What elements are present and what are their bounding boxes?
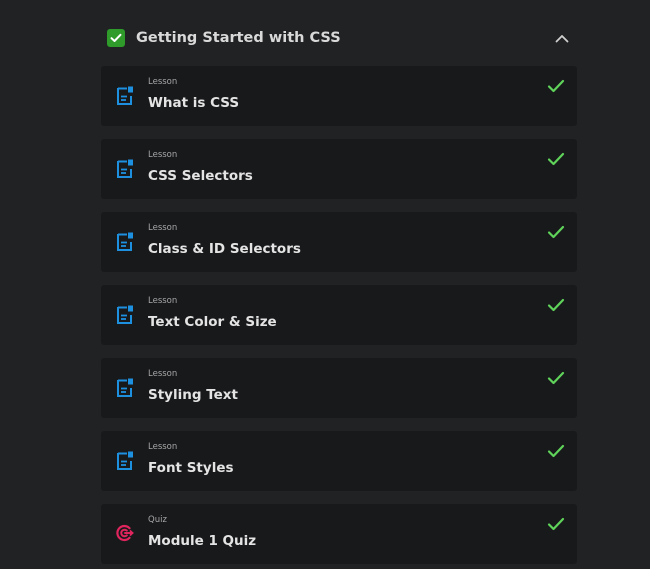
document-icon [116, 159, 134, 179]
document-icon [116, 232, 134, 252]
item-title: Text Color & Size [148, 314, 277, 330]
completed-check-icon [547, 78, 565, 93]
completed-check-icon [547, 224, 565, 239]
completed-check-icon [547, 370, 565, 385]
completed-check-icon [547, 443, 565, 458]
checkmark-icon [110, 33, 122, 42]
item-type-label: Lesson [148, 77, 178, 87]
collapse-button[interactable] [553, 29, 571, 47]
item-title: Class & ID Selectors [148, 241, 301, 257]
target-icon [116, 524, 134, 544]
course-module-page: Getting Started with CSS Lesson What is C… [0, 0, 650, 569]
lesson-item[interactable]: Lesson CSS Selectors [101, 139, 577, 199]
item-type-label: Lesson [148, 296, 178, 306]
lesson-list: Lesson What is CSS Lesson CSS Selectors Le… [101, 66, 577, 569]
completed-check-icon [547, 297, 565, 312]
item-type-label: Lesson [148, 369, 178, 379]
document-icon [116, 86, 134, 106]
item-type-label: Lesson [148, 223, 178, 233]
lesson-item[interactable]: Lesson Class & ID Selectors [101, 212, 577, 272]
item-title: What is CSS [148, 95, 240, 111]
lesson-item[interactable]: Lesson Text Color & Size [101, 285, 577, 345]
lesson-item[interactable]: Lesson Font Styles [101, 431, 577, 491]
module-title: Getting Started with CSS [136, 30, 341, 46]
document-icon [116, 305, 134, 325]
module-header[interactable]: Getting Started with CSS [101, 20, 577, 56]
item-title: CSS Selectors [148, 168, 253, 184]
item-type-label: Lesson [148, 442, 178, 452]
module-complete-checkbox [107, 29, 125, 47]
document-icon [116, 378, 134, 398]
item-title: Font Styles [148, 460, 234, 476]
document-icon [116, 451, 134, 471]
completed-check-icon [547, 151, 565, 166]
chevron-up-icon [555, 34, 569, 42]
item-title: Styling Text [148, 387, 238, 403]
lesson-item[interactable]: Lesson What is CSS [101, 66, 577, 126]
completed-check-icon [547, 516, 565, 531]
item-type-label: Lesson [148, 150, 178, 160]
quiz-item[interactable]: Quiz Module 1 Quiz [101, 504, 577, 564]
item-type-label: Quiz [148, 515, 167, 525]
lesson-item[interactable]: Lesson Styling Text [101, 358, 577, 418]
item-title: Module 1 Quiz [148, 533, 257, 549]
